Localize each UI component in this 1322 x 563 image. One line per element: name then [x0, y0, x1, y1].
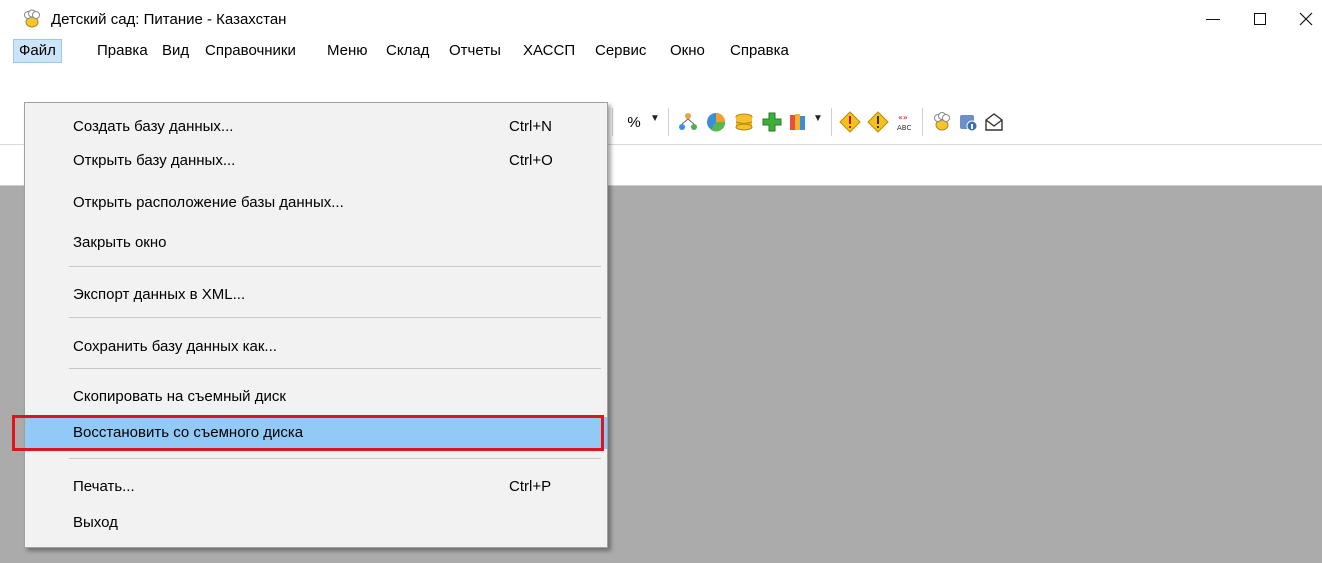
percent-icon[interactable]: %: [622, 110, 646, 134]
menu-item-label: Выход: [73, 514, 118, 531]
chevron-down-icon[interactable]: ▼: [650, 113, 660, 124]
chevron-down-icon[interactable]: ▼: [813, 113, 823, 124]
chef-hat-icon[interactable]: [930, 110, 954, 134]
menu-separator: [69, 458, 601, 459]
menu-haccp[interactable]: ХАССП: [518, 40, 580, 62]
menu-warehouse[interactable]: Склад: [381, 40, 434, 62]
menu-edit[interactable]: Правка: [92, 40, 153, 62]
menu-view[interactable]: Вид: [157, 40, 194, 62]
toolbar-separator: [612, 108, 613, 136]
maximize-button[interactable]: [1237, 0, 1283, 38]
menu-item-label: Открыть базу данных...: [73, 152, 236, 169]
menu-file[interactable]: Файл: [13, 39, 62, 63]
pie-chart-icon[interactable]: [704, 110, 728, 134]
coins-icon[interactable]: [732, 110, 756, 134]
warning-diamond-icon[interactable]: [866, 110, 890, 134]
menu-item-close-window[interactable]: Закрыть окно: [25, 227, 607, 259]
close-button[interactable]: [1283, 0, 1322, 38]
chef-hat-icon: [22, 9, 42, 29]
menu-separator: [69, 368, 601, 369]
menu-item-label: Открыть расположение базы данных...: [73, 194, 344, 211]
toolbar-separator: [668, 108, 669, 136]
minimize-icon: [1206, 18, 1220, 20]
menu-service[interactable]: Сервис: [590, 40, 651, 62]
menu-item-label: Создать базу данных...: [73, 118, 234, 135]
menu-separator: [69, 266, 601, 267]
menu-item-label: Печать...: [73, 478, 135, 495]
menu-item-copy-to-removable-disk[interactable]: Скопировать на съемный диск: [25, 381, 607, 413]
menu-item-label: Закрыть окно: [73, 234, 167, 251]
warning-diamond-icon[interactable]: [838, 110, 862, 134]
window-title: Детский сад: Питание - Казахстан: [51, 11, 287, 28]
menu-item-restore-from-removable-disk[interactable]: Восстановить со съемного диска: [12, 415, 607, 451]
file-menu-dropdown: Создать базу данных... Ctrl+N Открыть ба…: [12, 102, 608, 548]
menu-reports[interactable]: Отчеты: [444, 40, 506, 62]
menu-item-shortcut: Ctrl+O: [509, 152, 553, 169]
maximize-icon: [1254, 13, 1266, 25]
toolbar-separator: [831, 108, 832, 136]
minimize-button[interactable]: [1190, 0, 1236, 38]
menu-item-shortcut: Ctrl+P: [509, 478, 552, 495]
menu-item-label: Экспорт данных в XML...: [73, 286, 246, 303]
menu-item-create-database[interactable]: Создать базу данных... Ctrl+N: [25, 111, 607, 143]
toolbar-separator: [922, 108, 923, 136]
menu-window[interactable]: Окно: [665, 40, 710, 62]
menu-references[interactable]: Справочники: [200, 40, 301, 62]
menu-separator: [69, 317, 601, 318]
menu-bar: Файл Правка Вид Справочники Меню Склад О…: [0, 38, 1322, 64]
title-bar: Детский сад: Питание - Казахстан: [0, 0, 1322, 38]
hierarchy-icon[interactable]: [676, 110, 700, 134]
menu-item-export-xml[interactable]: Экспорт данных в XML...: [25, 279, 607, 311]
menu-item-print[interactable]: Печать... Ctrl+P: [25, 471, 607, 503]
menu-menu[interactable]: Меню: [322, 40, 373, 62]
spellcheck-icon[interactable]: «» ABC: [894, 110, 918, 134]
books-icon[interactable]: [786, 110, 810, 134]
close-icon: [1299, 12, 1313, 26]
annotation-highlight-box: [12, 415, 604, 451]
menu-item-shortcut: Ctrl+N: [509, 118, 552, 135]
menu-item-label: Сохранить базу данных как...: [73, 338, 277, 355]
svg-text:ABC: ABC: [897, 124, 911, 132]
percent-label: %: [627, 113, 641, 131]
menu-help[interactable]: Справка: [725, 40, 794, 62]
mail-icon[interactable]: [982, 110, 1006, 134]
svg-text:«»: «»: [898, 113, 908, 122]
menu-item-open-database[interactable]: Открыть базу данных... Ctrl+O: [25, 145, 607, 177]
info-icon[interactable]: [956, 110, 980, 134]
menu-item-open-database-location[interactable]: Открыть расположение базы данных...: [25, 187, 607, 219]
menu-item-exit[interactable]: Выход: [25, 507, 607, 539]
menu-item-save-database-as[interactable]: Сохранить базу данных как...: [25, 331, 607, 363]
menu-item-label: Скопировать на съемный диск: [73, 388, 286, 405]
plus-icon[interactable]: [760, 110, 784, 134]
